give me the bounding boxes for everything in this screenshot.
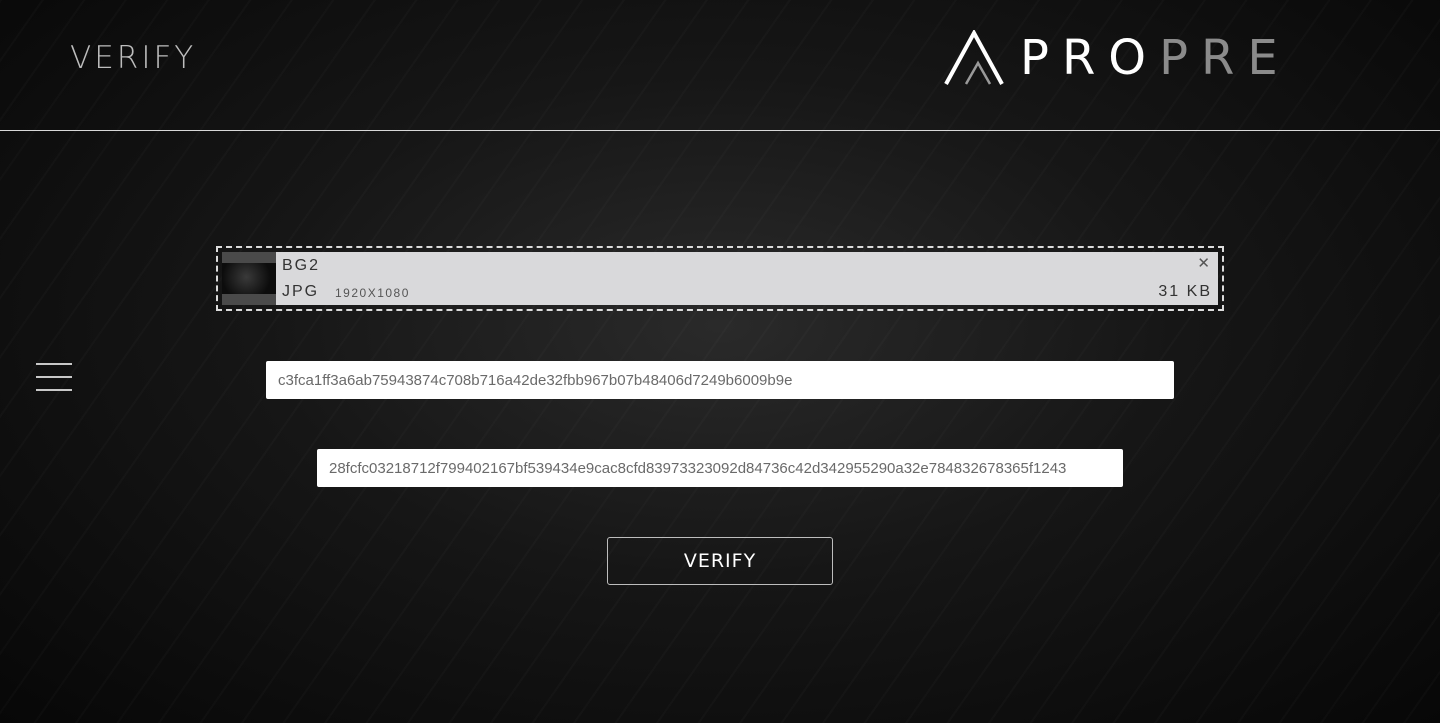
logo-text: PROPRE [1020, 30, 1291, 86]
file-dimensions: 1920X1080 [335, 286, 410, 300]
logo-mark-icon [944, 30, 1004, 85]
page-title: VERIFY [70, 40, 197, 76]
hamburger-menu-icon[interactable] [36, 363, 72, 391]
verify-button[interactable]: VERIFY [607, 537, 833, 585]
close-icon[interactable]: ✕ [1197, 256, 1210, 272]
logo-text-pro: PRO [1020, 30, 1160, 86]
logo: PROPRE [944, 30, 1291, 86]
hash-input-1[interactable] [266, 361, 1174, 399]
file-card: BG2 JPG 1920X1080 31 KB ✕ [222, 252, 1218, 305]
menu-line [36, 363, 72, 365]
menu-line [36, 376, 72, 378]
file-dropzone[interactable]: BG2 JPG 1920X1080 31 KB ✕ [216, 246, 1224, 311]
header: VERIFY PROPRE [0, 0, 1440, 131]
file-thumbnail [222, 252, 276, 305]
hash-input-2[interactable] [317, 449, 1123, 487]
logo-text-pre: PRE [1159, 30, 1291, 86]
file-size: 31 KB [1158, 283, 1212, 300]
file-name: BG2 [282, 257, 321, 274]
file-type: JPG [282, 283, 320, 300]
menu-line [36, 389, 72, 391]
